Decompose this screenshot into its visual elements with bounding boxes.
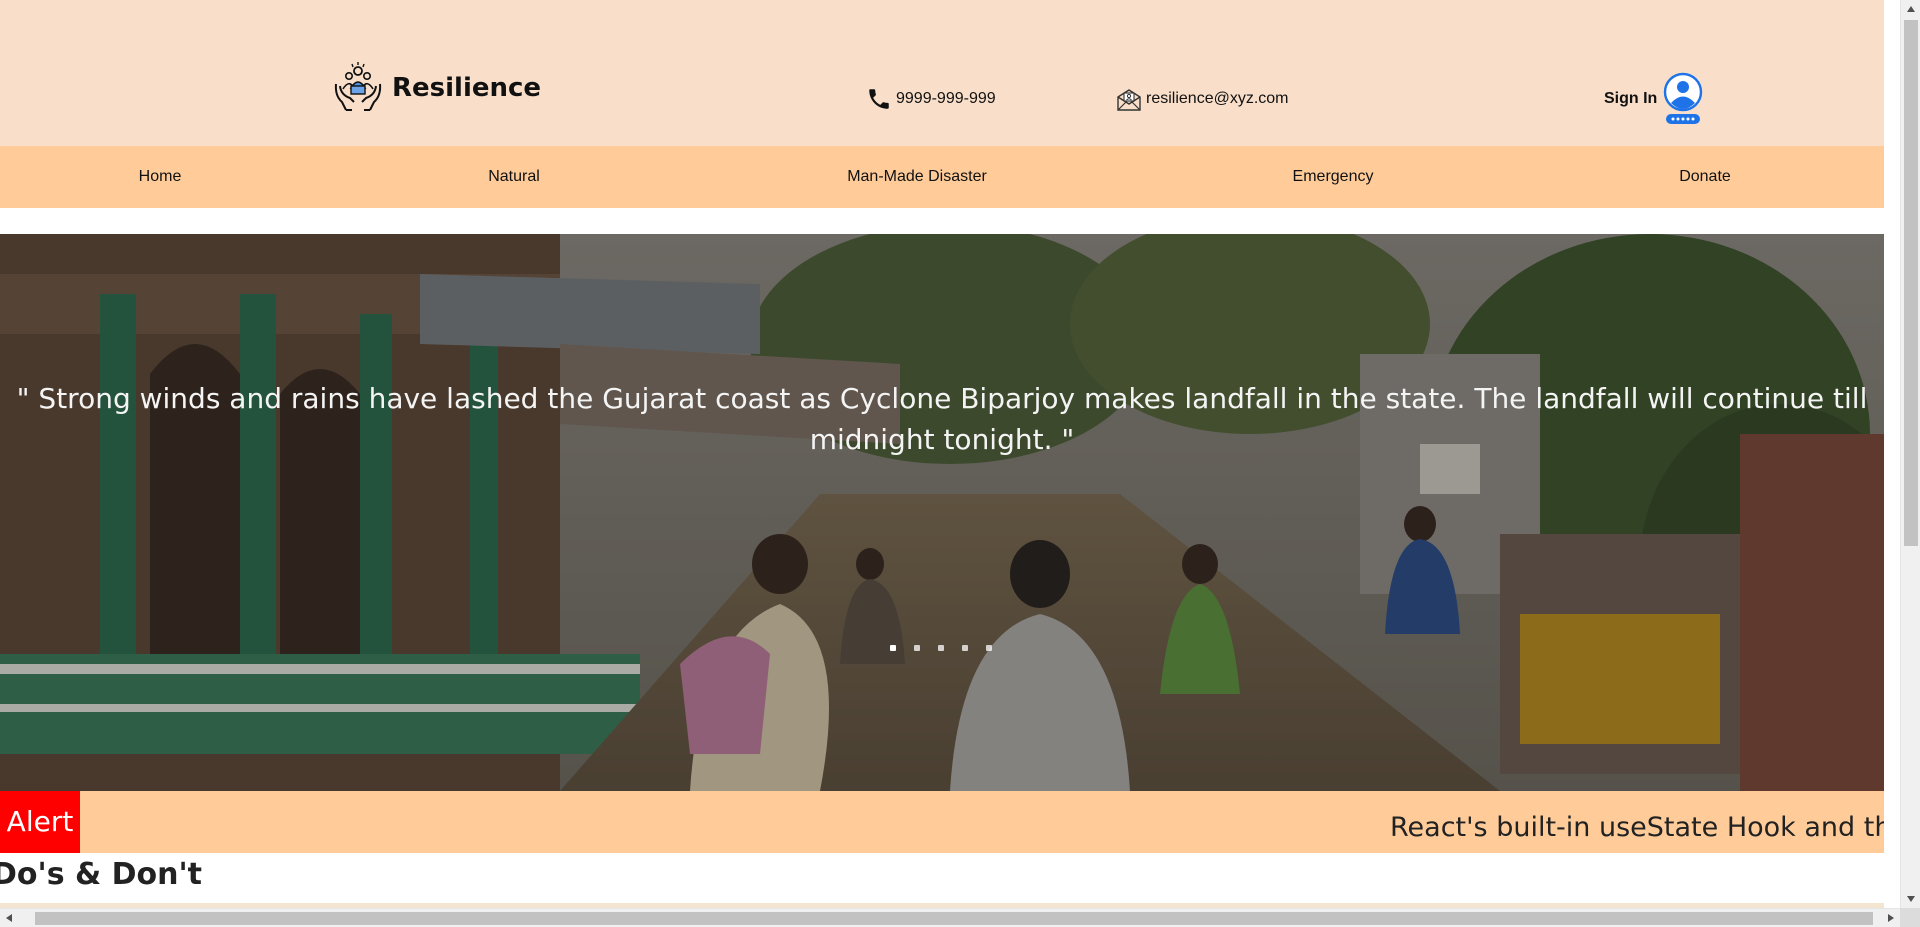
hero-quote: " Strong winds and rains have lashed the… [16, 382, 1868, 456]
nav-item-man-made-disaster[interactable]: Man-Made Disaster [847, 146, 987, 208]
dos-and-donts-heading: Do's & Don't [0, 857, 202, 892]
email-address: resilience@xyz.com [1146, 90, 1289, 107]
scroll-right-icon[interactable] [1888, 914, 1894, 922]
main-nav: Home Natural Man-Made Disaster Emergency… [0, 146, 1884, 208]
alert-label: Alert [0, 791, 80, 853]
email-contact[interactable]: resilience@xyz.com [1116, 86, 1289, 112]
hero-image [0, 234, 1884, 791]
phone-icon [869, 89, 889, 109]
hands-holding-family-icon [334, 62, 382, 111]
scrollbar-corner [1900, 908, 1920, 927]
vertical-scrollbar[interactable] [1900, 0, 1920, 908]
nav-item-donate[interactable]: Donate [1679, 146, 1731, 208]
hero-carousel: " Strong winds and rains have lashed the… [0, 234, 1884, 791]
scroll-left-icon[interactable] [6, 914, 12, 922]
phone-number: 9999-999-999 [896, 90, 996, 107]
alert-bar: Alert React's built-in useState Hook and… [0, 791, 1884, 853]
top-header: Resilience 9999-999-999 resilience@xyz.c… [0, 0, 1884, 146]
scroll-up-icon[interactable] [1907, 6, 1915, 12]
carousel-indicators [890, 645, 992, 651]
sign-in-button[interactable]: Sign In [1604, 72, 1703, 126]
user-avatar-icon [1664, 72, 1703, 124]
nav-item-emergency[interactable]: Emergency [1293, 146, 1374, 208]
brand[interactable]: Resilience [332, 62, 541, 114]
alert-ticker: React's built-in useState Hook and the s… [1390, 812, 1884, 843]
carousel-dot-2[interactable] [914, 645, 920, 651]
page: Resilience 9999-999-999 resilience@xyz.c… [0, 0, 1884, 908]
horizontal-scrollbar[interactable] [0, 908, 1900, 927]
vertical-scroll-thumb[interactable] [1904, 20, 1918, 546]
brand-name: Resilience [392, 73, 542, 103]
scroll-down-icon[interactable] [1907, 896, 1915, 902]
phone-contact[interactable]: 9999-999-999 [866, 86, 996, 112]
mail-icon [1117, 89, 1141, 111]
carousel-dot-4[interactable] [962, 645, 968, 651]
carousel-dot-3[interactable] [938, 645, 944, 651]
sign-in-label: Sign In [1604, 90, 1658, 107]
nav-item-home[interactable]: Home [139, 146, 182, 208]
nav-item-natural[interactable]: Natural [488, 146, 540, 208]
horizontal-scroll-thumb[interactable] [35, 912, 1873, 925]
carousel-dot-5[interactable] [986, 645, 992, 651]
carousel-dot-1[interactable] [890, 645, 896, 651]
